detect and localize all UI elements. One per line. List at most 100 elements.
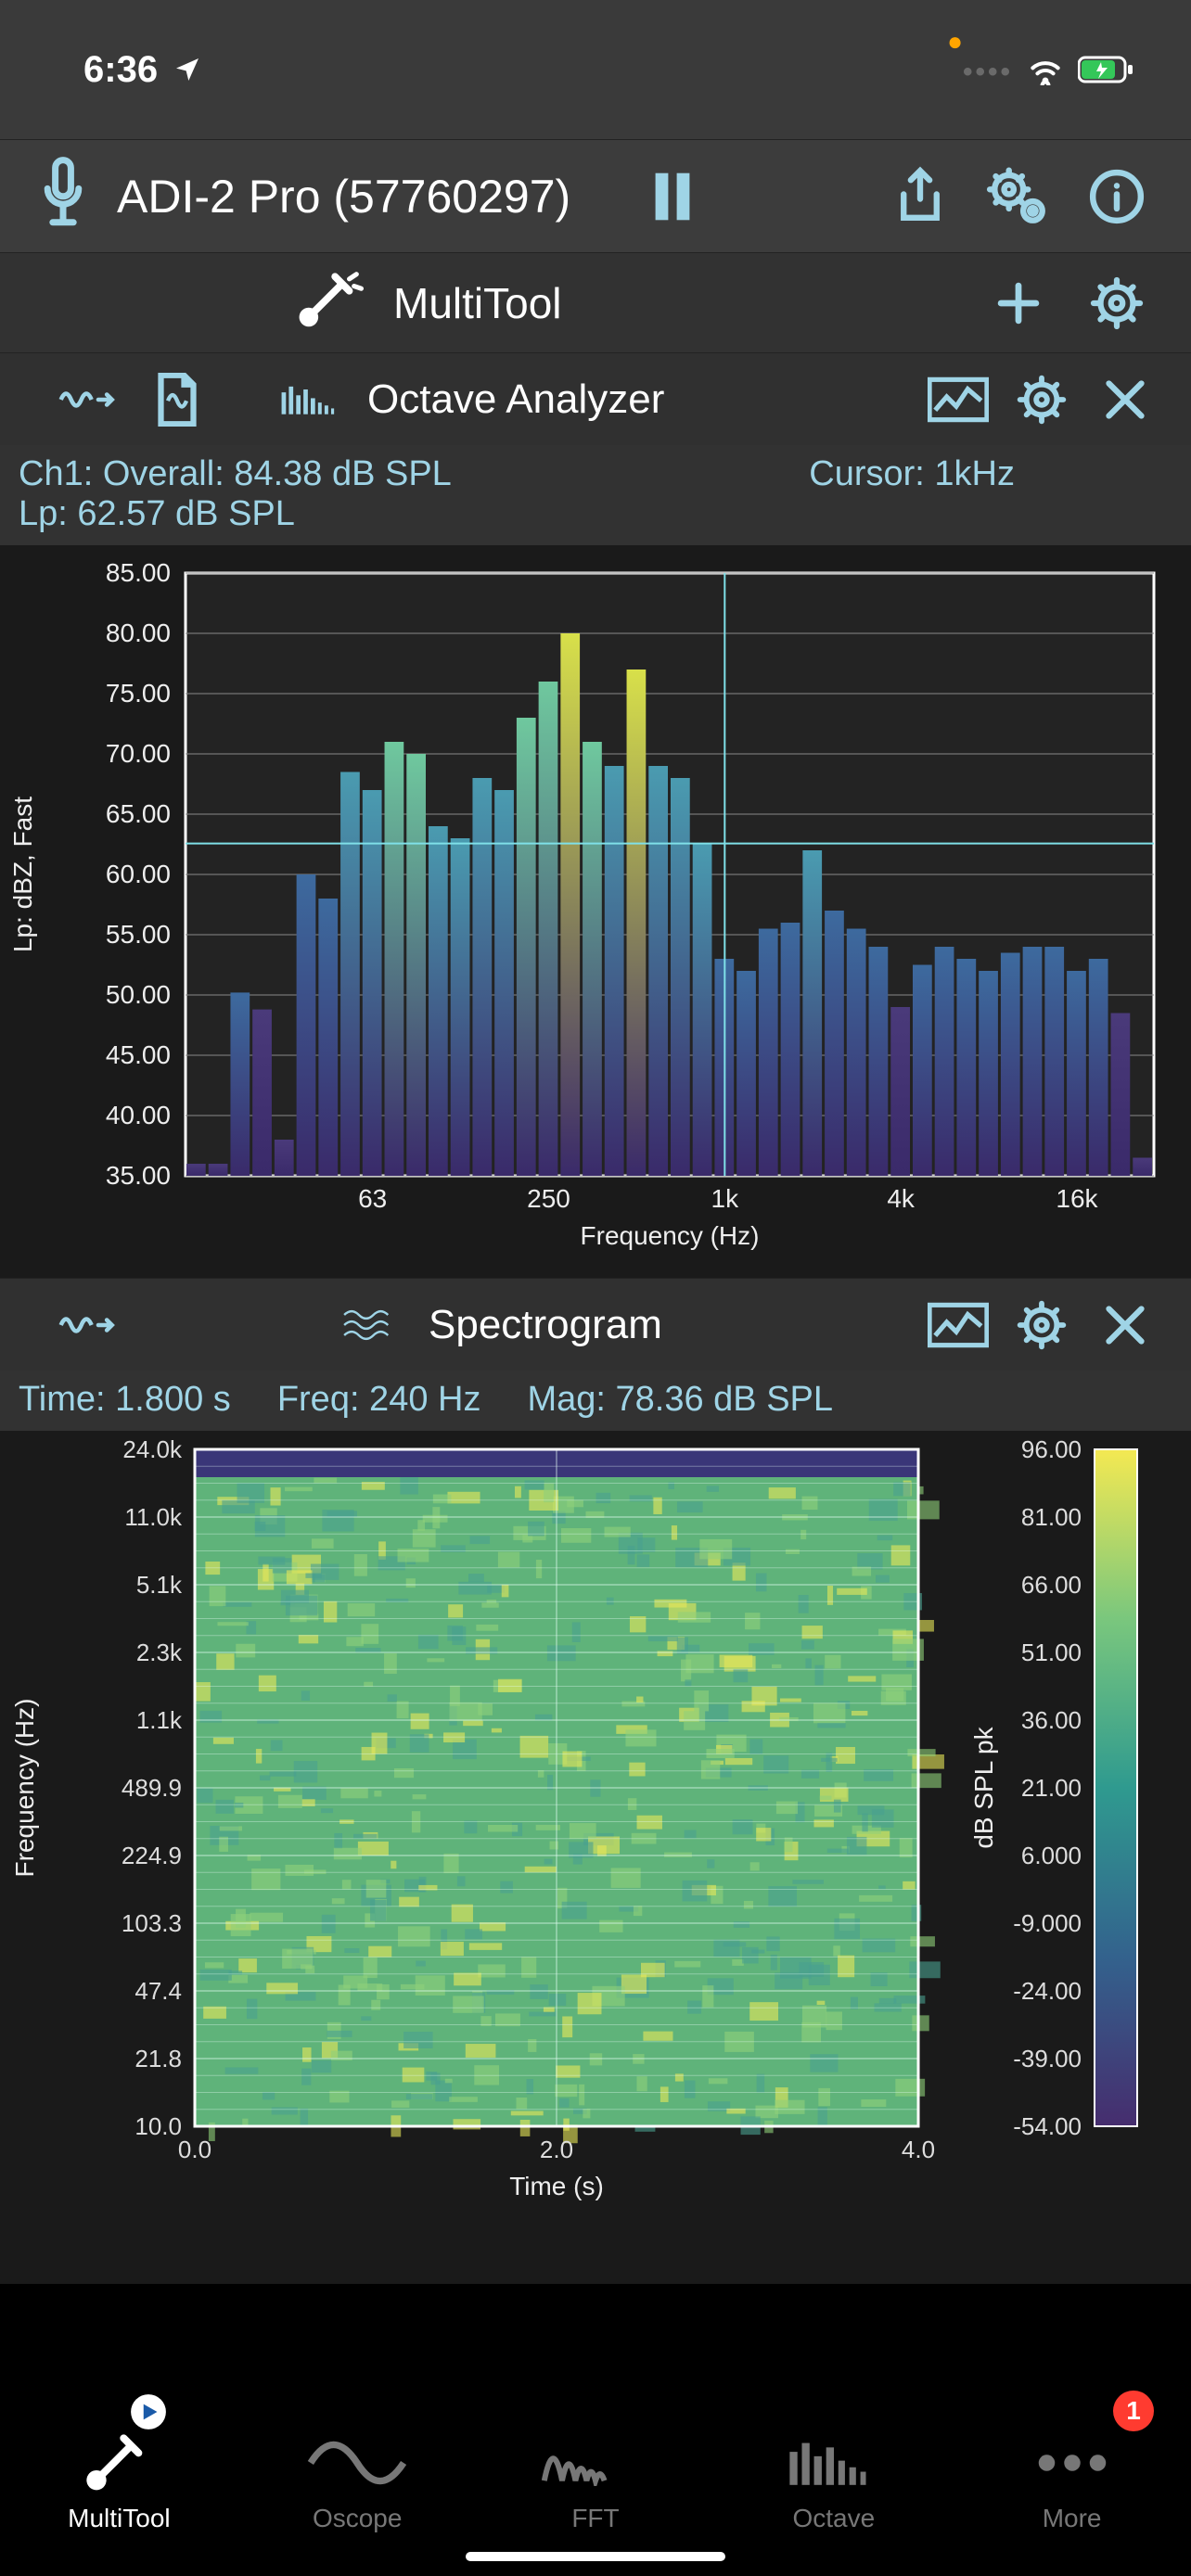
wifi-icon [1026, 54, 1065, 85]
share-button[interactable] [883, 159, 957, 234]
info-button[interactable] [1080, 159, 1154, 234]
spectro-time: Time: 1.800 s [19, 1380, 231, 1420]
svg-text:489.9: 489.9 [122, 1774, 182, 1802]
tool-title: MultiTool [393, 278, 562, 328]
status-bar: 6:36 ● •••• [0, 0, 1191, 139]
tab-oscope[interactable]: Oscope [238, 2389, 477, 2552]
svg-text:65.00: 65.00 [106, 799, 171, 828]
svg-text:16k: 16k [1056, 1184, 1098, 1213]
tab-label: MultiTool [68, 2504, 170, 2533]
multitool-icon [297, 271, 364, 335]
octave-chart[interactable]: 35.0040.0045.0050.0055.0060.0065.0070.00… [0, 545, 1191, 1278]
octave-ch-overall: Ch1: Overall: 84.38 dB SPL [19, 454, 452, 494]
chart-mode-button[interactable] [928, 369, 989, 430]
svg-text:Frequency (Hz): Frequency (Hz) [10, 1699, 39, 1878]
location-icon [173, 55, 202, 84]
spectro-settings-button[interactable] [1011, 1294, 1072, 1356]
more-tab-icon [1035, 2433, 1109, 2493]
tool-settings-button[interactable] [1080, 266, 1154, 340]
oscope-tab-icon [306, 2433, 408, 2493]
signal-out-icon[interactable] [58, 1294, 119, 1356]
device-title: ADI-2 Pro (57760297) [117, 170, 570, 223]
svg-text:63: 63 [358, 1184, 387, 1213]
svg-text:-24.00: -24.00 [1013, 1977, 1082, 2005]
tab-bar: MultiTool Oscope FFT Octave 1 More [0, 2389, 1191, 2552]
tab-multitool[interactable]: MultiTool [0, 2389, 238, 2552]
battery-charging-icon [1078, 55, 1135, 84]
svg-text:10.0: 10.0 [134, 2112, 182, 2140]
svg-text:250: 250 [527, 1184, 570, 1213]
svg-text:1k: 1k [711, 1184, 740, 1213]
svg-text:2.0: 2.0 [540, 2136, 573, 2163]
spectro-freq: Freq: 240 Hz [277, 1380, 481, 1420]
tab-label: Octave [792, 2504, 875, 2533]
device-header: ADI-2 Pro (57760297) [0, 139, 1191, 252]
svg-text:224.9: 224.9 [122, 1842, 182, 1869]
cellular-dots-icon: •••• [963, 57, 1013, 88]
svg-text:50.00: 50.00 [106, 980, 171, 1009]
svg-text:-9.000: -9.000 [1013, 1909, 1082, 1937]
svg-text:47.4: 47.4 [134, 1977, 182, 2005]
spectrogram-icon[interactable] [341, 1294, 403, 1356]
svg-text:103.3: 103.3 [122, 1909, 182, 1937]
status-time: 6:36 [83, 49, 158, 91]
play-badge-icon [129, 2392, 168, 2436]
tab-label: Oscope [313, 2504, 403, 2533]
settings-gears-button[interactable] [981, 159, 1056, 234]
tab-more[interactable]: 1 More [953, 2389, 1191, 2552]
tab-label: More [1043, 2504, 1102, 2533]
svg-text:85.00: 85.00 [106, 558, 171, 587]
octave-panel-header: Octave Analyzer [0, 352, 1191, 445]
recording-indicator-icon: ● [947, 27, 963, 57]
svg-text:21.00: 21.00 [1021, 1774, 1082, 1802]
svg-text:70.00: 70.00 [106, 739, 171, 768]
svg-text:75.00: 75.00 [106, 679, 171, 708]
spectro-chart-mode-button[interactable] [928, 1294, 989, 1356]
save-file-icon[interactable] [147, 369, 208, 430]
svg-text:24.0k: 24.0k [122, 1435, 183, 1463]
svg-text:11.0k: 11.0k [124, 1503, 183, 1531]
svg-text:Frequency (Hz): Frequency (Hz) [581, 1221, 760, 1250]
svg-text:66.00: 66.00 [1021, 1571, 1082, 1599]
spectrogram-chart[interactable]: 10.021.847.4103.3224.9489.91.1k2.3k5.1k1… [0, 1431, 1191, 2284]
spectro-panel-header: Spectrogram [0, 1278, 1191, 1371]
octave-info-row: Ch1: Overall: 84.38 dB SPL Cursor: 1kHz … [0, 445, 1191, 545]
fft-tab-icon [540, 2433, 651, 2493]
svg-text:80.00: 80.00 [106, 618, 171, 647]
add-button[interactable] [981, 266, 1056, 340]
home-indicator[interactable] [466, 2552, 725, 2561]
svg-text:40.00: 40.00 [106, 1101, 171, 1129]
svg-text:81.00: 81.00 [1021, 1503, 1082, 1531]
svg-text:55.00: 55.00 [106, 920, 171, 949]
pause-button[interactable] [635, 159, 710, 234]
spectro-close-button[interactable] [1095, 1294, 1156, 1356]
tab-fft[interactable]: FFT [477, 2389, 715, 2552]
svg-text:45.00: 45.00 [106, 1040, 171, 1069]
svg-text:4.0: 4.0 [902, 2136, 935, 2163]
svg-text:0.0: 0.0 [178, 2136, 211, 2163]
svg-text:5.1k: 5.1k [136, 1571, 183, 1599]
octave-settings-button[interactable] [1011, 369, 1072, 430]
svg-text:96.00: 96.00 [1021, 1435, 1082, 1463]
multitool-tab-icon [83, 2433, 155, 2493]
octave-close-button[interactable] [1095, 369, 1156, 430]
svg-text:Time (s): Time (s) [509, 2172, 604, 2200]
more-badge: 1 [1113, 2391, 1154, 2431]
bars-icon[interactable] [280, 369, 341, 430]
spectro-info-row: Time: 1.800 s Freq: 240 Hz Mag: 78.36 dB… [0, 1371, 1191, 1431]
tab-octave[interactable]: Octave [714, 2389, 953, 2552]
svg-text:-54.00: -54.00 [1013, 2112, 1082, 2140]
microphone-icon[interactable] [37, 157, 89, 236]
svg-text:35.00: 35.00 [106, 1161, 171, 1190]
octave-lp: Lp: 62.57 dB SPL [19, 494, 295, 534]
svg-text:-39.00: -39.00 [1013, 2045, 1082, 2072]
svg-text:4k: 4k [887, 1184, 916, 1213]
svg-text:2.3k: 2.3k [136, 1639, 183, 1666]
tool-header: MultiTool [0, 252, 1191, 352]
octave-title: Octave Analyzer [367, 376, 905, 423]
spectro-title: Spectrogram [429, 1302, 905, 1348]
svg-text:36.00: 36.00 [1021, 1706, 1082, 1734]
octave-tab-icon [788, 2433, 880, 2493]
svg-text:21.8: 21.8 [134, 2045, 182, 2072]
signal-out-icon[interactable] [58, 369, 119, 430]
